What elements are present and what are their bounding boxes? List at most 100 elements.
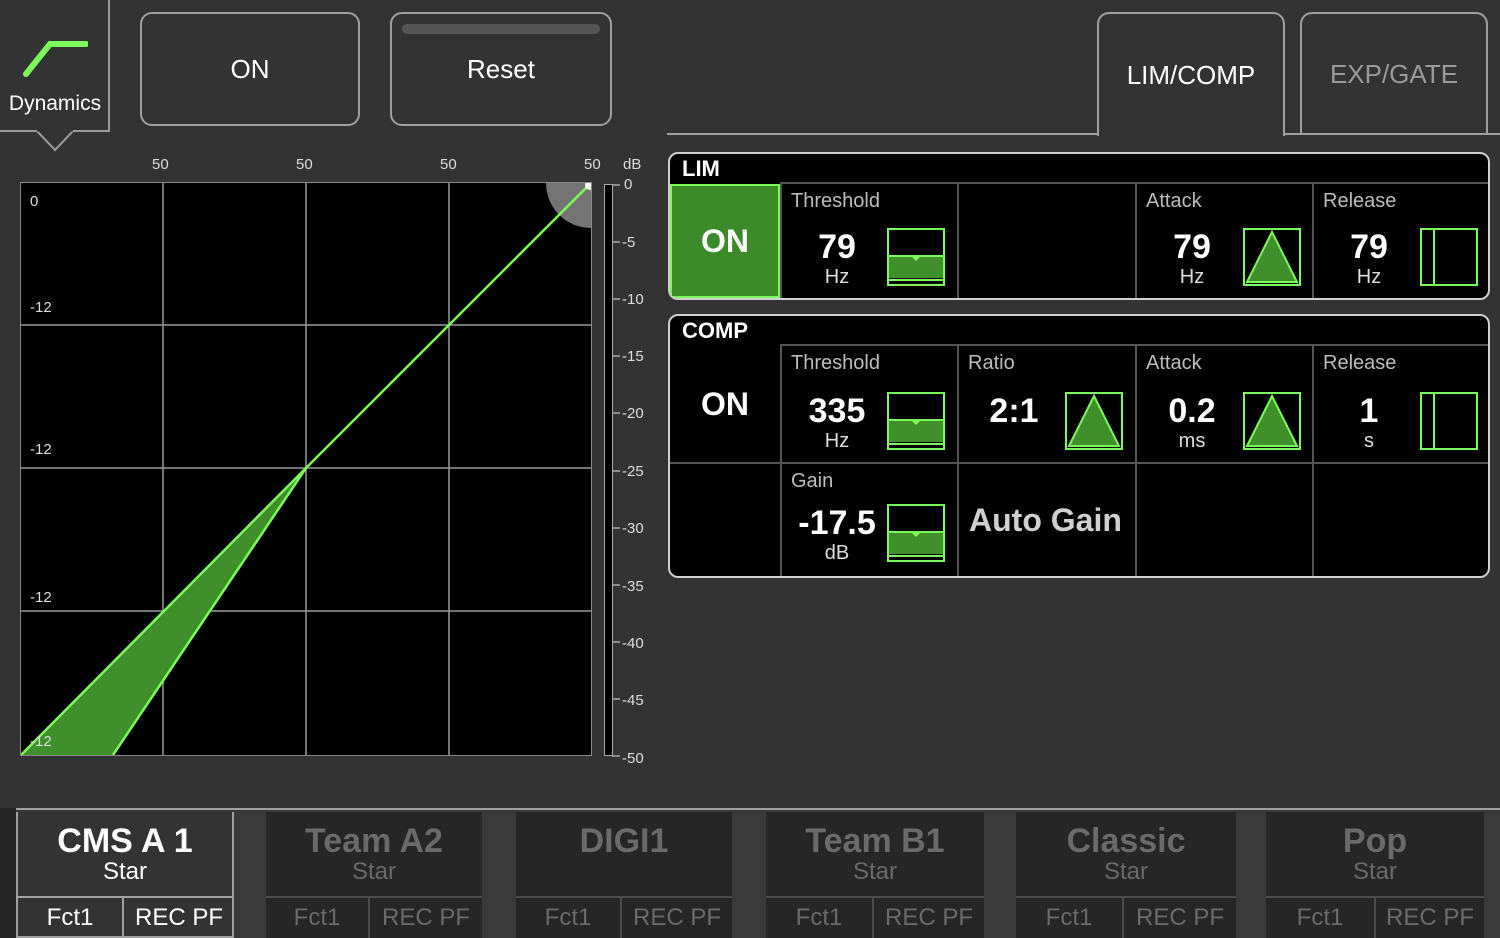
rec-pf-button[interactable]: REC PF [1376, 896, 1484, 938]
rec-pf-button[interactable]: REC PF [622, 896, 732, 938]
auto-gain-button: Auto Gain [969, 502, 1122, 538]
top-unit: dB [623, 156, 642, 173]
fader-icon[interactable] [887, 392, 945, 450]
channel-name: DIGI1 [579, 822, 669, 860]
channel-sub: Star [102, 858, 147, 885]
lim-panel: LIM ON Threshold 79 Hz Attack 79 Hz Rele… [668, 152, 1490, 300]
triangle-icon[interactable] [1243, 228, 1301, 286]
release-icon[interactable] [1420, 228, 1478, 286]
triangle-icon[interactable] [1065, 392, 1123, 450]
meter-tick: -45 [622, 692, 644, 709]
channel-name: Pop [1342, 822, 1408, 860]
channel-digi1[interactable]: DIGI1 Fct1 REC PF [516, 812, 732, 938]
strip-edge [0, 808, 16, 938]
lim-release-value: 79 [1350, 228, 1388, 266]
comp-auto-gain-cell[interactable]: Auto Gain [957, 462, 1135, 576]
meter-tick: -40 [622, 635, 644, 652]
fct-button[interactable]: Fct1 [18, 896, 124, 938]
comp-empty-cell [670, 462, 780, 576]
left-tick: 0 [30, 193, 39, 210]
rec-pf-button[interactable]: REC PF [874, 896, 984, 938]
comp-gain-cell[interactable]: Gain -17.5 dB [780, 462, 957, 576]
left-tick: -12 [30, 441, 52, 458]
channel-sub: Star [852, 858, 897, 885]
meter-tick: 0 [624, 176, 633, 193]
comp-release-cell[interactable]: Release 1 s [1312, 344, 1488, 462]
comp-panel: COMP ON Threshold 335 Hz Ratio 2:1 Attac… [668, 314, 1490, 578]
reset-progress-bar [402, 24, 600, 34]
top-tick: 50 [584, 156, 601, 173]
dropdown-notch-icon [36, 130, 74, 152]
comp-release-title: Release [1323, 352, 1397, 374]
comp-empty-cell [1135, 462, 1312, 576]
comp-attack-value: 0.2 [1168, 392, 1216, 430]
channel-name: Classic [1066, 822, 1186, 860]
comp-ratio-value: 2:1 [989, 392, 1039, 430]
lim-on-button[interactable]: ON [670, 184, 780, 298]
comp-attack-cell[interactable]: Attack 0.2 ms [1135, 344, 1312, 462]
channel-team-b1[interactable]: Team B1 Star Fct1 REC PF [766, 812, 984, 938]
triangle-icon[interactable] [1243, 392, 1301, 450]
meter-tick: -35 [622, 578, 644, 595]
fader-icon[interactable] [887, 228, 945, 286]
meter-tick: -30 [622, 520, 644, 537]
channel-name: Team B1 [805, 822, 945, 860]
comp-attack-title: Attack [1146, 352, 1202, 374]
channel-sub: Star [351, 858, 396, 885]
comp-threshold-unit: Hz [824, 430, 850, 452]
lim-empty-cell [957, 182, 1135, 298]
left-tick: -12 [30, 589, 52, 606]
channel-sub: Star [1352, 858, 1397, 885]
comp-release-unit: s [1364, 430, 1374, 452]
top-tick: 50 [152, 156, 169, 173]
fct-button[interactable]: Fct1 [1266, 896, 1376, 938]
fct-button[interactable]: Fct1 [1016, 896, 1124, 938]
comp-gain-title: Gain [791, 470, 834, 492]
rec-pf-button[interactable]: REC PF [370, 896, 482, 938]
dynamics-tab[interactable]: Dynamics [0, 0, 110, 132]
lim-release-cell[interactable]: Release 79 Hz [1312, 182, 1488, 298]
reset-label: Reset [467, 53, 535, 84]
lim-title: LIM [682, 156, 720, 181]
comp-threshold-cell[interactable]: Threshold 335 Hz [780, 344, 957, 462]
comp-empty-cell [1312, 462, 1488, 576]
channel-classic[interactable]: Classic Star Fct1 REC PF [1016, 812, 1236, 938]
rec-pf-button[interactable]: REC PF [124, 896, 234, 938]
left-tick: -12 [30, 733, 52, 750]
lim-threshold-cell[interactable]: Threshold 79 Hz [780, 182, 957, 298]
comp-gain-unit: dB [824, 542, 850, 564]
comp-ratio-cell[interactable]: Ratio 2:1 [957, 344, 1135, 462]
tab-lim-comp[interactable]: LIM/COMP [1097, 12, 1285, 136]
fader-icon[interactable] [887, 504, 945, 562]
lim-release-title: Release [1323, 190, 1397, 212]
tab-baseline-right [1285, 133, 1500, 135]
lim-attack-unit: Hz [1179, 266, 1205, 288]
fct-button[interactable]: Fct1 [766, 896, 874, 938]
meter-tick: -25 [622, 463, 644, 480]
reset-button[interactable]: Reset [390, 12, 612, 126]
tab-baseline [667, 133, 1100, 135]
lim-release-unit: Hz [1356, 266, 1382, 288]
comp-release-value: 1 [1359, 392, 1379, 430]
release-icon[interactable] [1420, 392, 1478, 450]
top-tick: 50 [296, 156, 313, 173]
meter-tick: -20 [622, 405, 644, 422]
left-tick: -12 [30, 299, 52, 316]
on-button[interactable]: ON [140, 12, 360, 126]
comp-title: COMP [682, 318, 748, 343]
meter-tick: -15 [622, 348, 644, 365]
comp-on-button[interactable]: ON [670, 346, 780, 462]
transfer-curve-graph[interactable]: 0 -12 -12 -12 -12 [20, 182, 592, 756]
lim-attack-cell[interactable]: Attack 79 Hz [1135, 182, 1312, 298]
lim-threshold-title: Threshold [791, 190, 880, 212]
channel-cms-a1[interactable]: CMS A 1 Star Fct1 REC PF [16, 812, 234, 938]
channel-name: Team A2 [305, 822, 443, 860]
tab-exp-gate[interactable]: EXP/GATE [1300, 12, 1488, 134]
fct-button[interactable]: Fct1 [516, 896, 622, 938]
comp-threshold-title: Threshold [791, 352, 880, 374]
channel-team-a2[interactable]: Team A2 Star Fct1 REC PF [266, 812, 482, 938]
channel-pop[interactable]: Pop Star Fct1 REC PF [1266, 812, 1484, 938]
rec-pf-button[interactable]: REC PF [1124, 896, 1236, 938]
comp-attack-unit: ms [1178, 430, 1206, 452]
fct-button[interactable]: Fct1 [266, 896, 370, 938]
